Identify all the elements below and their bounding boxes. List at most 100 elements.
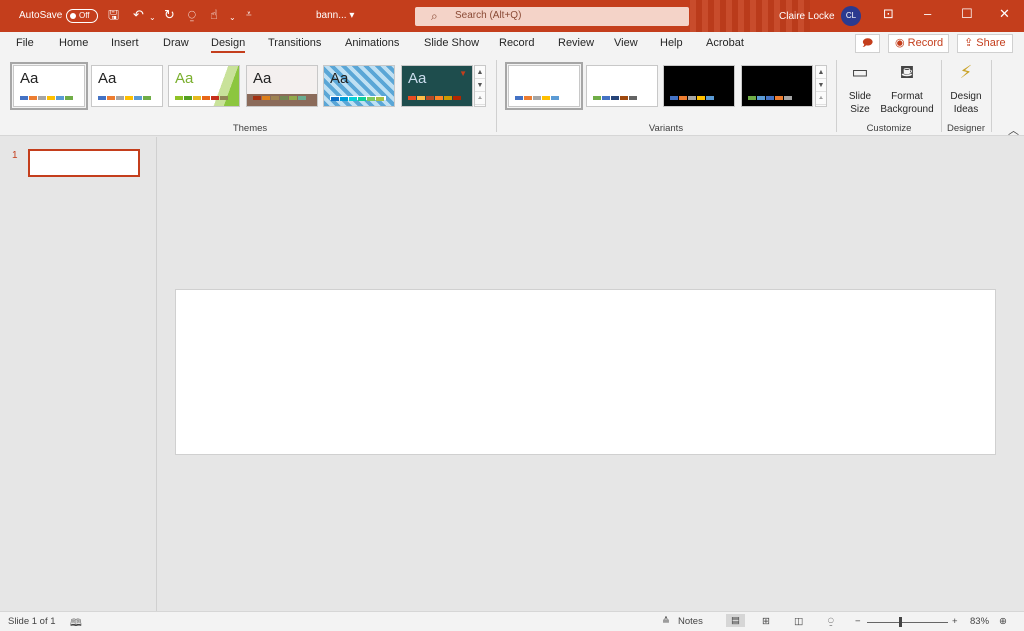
variants-group-label: Variants	[648, 123, 684, 134]
format-background-button[interactable]: ⛾ Format Background	[879, 60, 935, 116]
notes-icon[interactable]: ≙	[662, 616, 670, 627]
file-name[interactable]: bann... ▾	[316, 10, 354, 21]
search-box[interactable]: ⌕ Search (Alt+Q)	[415, 7, 689, 26]
slide-sorter-icon[interactable]: ⊞	[762, 616, 770, 627]
scroll-up-icon[interactable]: ▲	[475, 66, 485, 79]
notes-label[interactable]: Notes	[678, 616, 703, 627]
ribbon: Aa Aa Aa Aa Aa Aa ▼ ▲ ▼ ⩡ Themes ▲ ▼ ⩡ V…	[0, 56, 1024, 138]
variant-1[interactable]	[505, 62, 583, 110]
tab-home[interactable]: Home	[59, 37, 88, 49]
tab-insert[interactable]: Insert	[111, 37, 139, 49]
undo-dropdown-icon[interactable]: ⌄	[149, 11, 156, 25]
toggle-dot	[70, 13, 76, 19]
reading-view-icon[interactable]: ◫	[794, 616, 803, 627]
redo-icon[interactable]: ↻	[164, 8, 175, 22]
tab-transitions[interactable]: Transitions	[268, 37, 321, 49]
zoom-level[interactable]: 83%	[970, 616, 989, 627]
record-label: Record	[907, 37, 944, 49]
search-placeholder: Search (Alt+Q)	[455, 10, 522, 21]
record-icon: ◉	[895, 37, 905, 49]
design-ideas-button[interactable]: ⚡ Design Ideas	[947, 60, 985, 116]
status-bar: Slide 1 of 1 🕮 ≙ Notes ▤ ⊞ ◫ ⍜ − + 83% ⊕	[0, 611, 1024, 631]
fit-to-window-icon[interactable]: ⊕	[999, 616, 1007, 627]
group-separator	[991, 60, 992, 132]
share-button[interactable]: ⇪ Share	[957, 34, 1013, 53]
design-ideas-label: Design Ideas	[950, 91, 982, 115]
normal-view-icon[interactable]: ▤	[726, 614, 745, 627]
tab-view[interactable]: View	[614, 37, 638, 49]
collapse-ribbon-icon[interactable]: ︿	[1008, 122, 1019, 138]
theme-sample-text: Aa	[408, 70, 427, 87]
theme-dark[interactable]: Aa ▼	[401, 65, 473, 107]
variant-2[interactable]	[586, 65, 658, 107]
tab-record[interactable]: Record	[499, 37, 534, 49]
zoom-in-icon[interactable]: +	[952, 616, 958, 627]
more-themes-icon[interactable]: ⩡	[475, 92, 485, 105]
tab-review[interactable]: Review	[558, 37, 594, 49]
variant-4[interactable]	[741, 65, 813, 107]
variant-swatches	[748, 96, 793, 100]
format-background-label: Format Background	[880, 91, 934, 115]
zoom-slider-knob[interactable]	[899, 617, 902, 627]
theme-ion[interactable]: Aa	[246, 65, 318, 107]
customize-qat-icon[interactable]: ⩡	[246, 8, 252, 22]
slide-thumbnail[interactable]	[28, 149, 140, 177]
design-ideas-icon: ⚡	[959, 62, 973, 82]
variant-swatches	[670, 96, 715, 100]
theme-swatches	[98, 96, 152, 100]
tab-draw[interactable]: Draw	[163, 37, 189, 49]
theme-office[interactable]: Aa	[10, 62, 88, 110]
theme-sample-text: Aa	[175, 70, 194, 87]
accessibility-icon[interactable]: 🕮	[70, 616, 82, 631]
tab-acrobat[interactable]: Acrobat	[706, 37, 744, 49]
undo-icon[interactable]: ↶	[133, 8, 144, 22]
minimize-icon[interactable]: –	[924, 6, 931, 21]
comments-button[interactable]: 🗩	[855, 34, 880, 53]
title-bar: AutoSave Off 🖫 ↶ ⌄ ↻ ⍜ ☝ ⌄ ⩡ bann... ▾ ⌕…	[0, 0, 1024, 32]
current-slide[interactable]	[175, 289, 996, 455]
ribbon-display-icon[interactable]: ⊡	[883, 6, 894, 22]
touch-mode-icon[interactable]: ☝	[210, 8, 218, 22]
theme-sample-text: Aa	[330, 70, 349, 87]
tab-design[interactable]: Design	[211, 37, 246, 53]
tab-slide-show[interactable]: Slide Show	[424, 37, 479, 49]
search-icon: ⌕	[431, 9, 438, 23]
zoom-out-icon[interactable]: −	[855, 616, 861, 627]
scroll-down-icon[interactable]: ▼	[475, 79, 485, 92]
avatar[interactable]: CL	[841, 6, 861, 26]
autosave-label: AutoSave	[19, 10, 63, 21]
theme-swatches	[330, 96, 386, 101]
slide-info: Slide 1 of 1	[8, 616, 56, 627]
group-separator	[941, 60, 942, 132]
more-variants-icon[interactable]: ⩡	[816, 92, 826, 105]
theme-sample-text: Aa	[253, 70, 272, 87]
tab-animations[interactable]: Animations	[345, 37, 399, 49]
theme-retrospect[interactable]: Aa	[323, 65, 395, 107]
scroll-down-icon[interactable]: ▼	[816, 79, 826, 92]
present-icon[interactable]: ⍜	[188, 8, 196, 22]
touch-dropdown-icon[interactable]: ⌄	[229, 11, 236, 25]
slideshow-view-icon[interactable]: ⍜	[828, 616, 834, 627]
slide-size-button[interactable]: ▭ Slide Size	[843, 60, 877, 116]
variant-3[interactable]	[663, 65, 735, 107]
themes-scroll[interactable]: ▲ ▼ ⩡	[474, 65, 486, 107]
tab-file[interactable]: File	[16, 37, 34, 49]
theme-marker-icon: ▼	[459, 69, 467, 78]
user-name[interactable]: Claire Locke	[779, 11, 835, 22]
zoom-slider[interactable]	[867, 622, 948, 623]
record-button[interactable]: ◉ Record	[888, 34, 949, 53]
variant-swatches	[593, 96, 638, 100]
customize-group-label: Customize	[866, 123, 912, 134]
save-icon[interactable]: 🖫	[108, 8, 119, 22]
variants-scroll[interactable]: ▲ ▼ ⩡	[815, 65, 827, 107]
autosave-toggle[interactable]: Off	[66, 9, 98, 23]
theme-facet[interactable]: Aa	[168, 65, 240, 107]
close-icon[interactable]: ✕	[999, 6, 1010, 22]
theme-swatches	[175, 96, 229, 100]
scroll-up-icon[interactable]: ▲	[816, 66, 826, 79]
slide-size-label: Slide Size	[848, 91, 872, 115]
tab-help[interactable]: Help	[660, 37, 683, 49]
maximize-icon[interactable]: ☐	[961, 6, 973, 22]
share-label: Share	[976, 37, 1006, 49]
theme-office-2[interactable]: Aa	[91, 65, 163, 107]
